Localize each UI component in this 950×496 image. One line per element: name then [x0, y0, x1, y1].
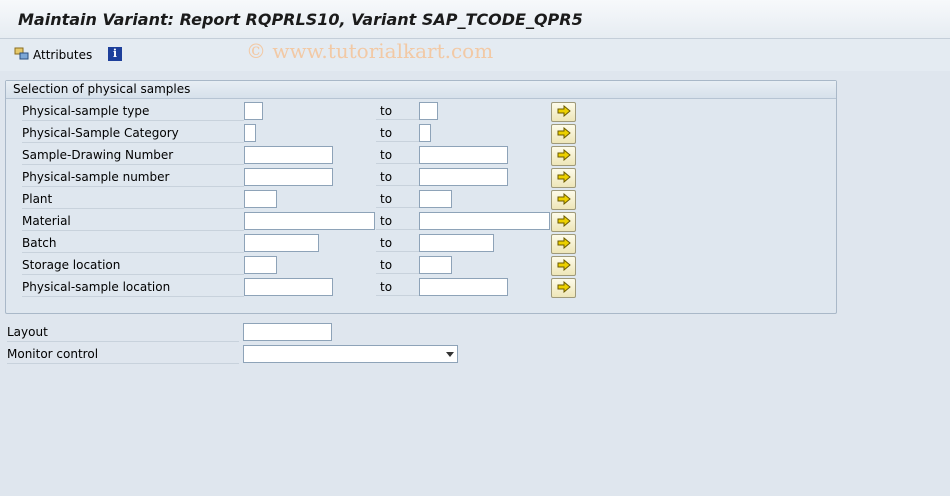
material-to-input[interactable]	[419, 212, 550, 230]
plant-to-input[interactable]	[419, 190, 452, 208]
multiple-selection-button[interactable]	[551, 168, 576, 188]
page-title: Maintain Variant: Report RQPRLS10, Varia…	[18, 10, 583, 29]
monitor-control-label: Monitor control	[7, 345, 239, 364]
field-label: Batch	[22, 234, 244, 253]
group-title: Selection of physical samples	[13, 82, 191, 96]
layout-label: Layout	[7, 323, 239, 342]
multiple-selection-button[interactable]	[551, 146, 576, 166]
field-label: Plant	[22, 190, 244, 209]
to-label: to	[376, 234, 421, 252]
batch-from-input[interactable]	[244, 234, 319, 252]
group-header: Selection of physical samples	[6, 81, 836, 99]
arrow-right-icon	[557, 258, 571, 274]
selection-row-physical-sample-category: Physical-Sample Category to	[6, 124, 836, 144]
arrow-right-icon	[557, 236, 571, 252]
multiple-selection-button[interactable]	[551, 278, 576, 298]
layout-input[interactable]	[243, 323, 332, 341]
arrow-right-icon	[557, 170, 571, 186]
multiple-selection-button[interactable]	[551, 102, 576, 122]
watermark: © www.tutorialkart.com	[246, 39, 494, 63]
field-label: Physical-Sample Category	[22, 124, 244, 143]
arrow-right-icon	[557, 192, 571, 208]
selection-row-plant: Plant to	[6, 190, 836, 210]
arrow-right-icon	[557, 148, 571, 164]
material-from-input[interactable]	[244, 212, 375, 230]
selection-row-material: Material to	[6, 212, 836, 232]
batch-to-input[interactable]	[419, 234, 494, 252]
attributes-label: Attributes	[33, 48, 93, 62]
multiple-selection-button[interactable]	[551, 190, 576, 210]
to-label: to	[376, 102, 421, 120]
multiple-selection-button[interactable]	[551, 124, 576, 144]
physical-sample-category-from-input[interactable]	[244, 124, 256, 142]
physical-sample-location-to-input[interactable]	[419, 278, 508, 296]
field-label: Physical-sample type	[22, 102, 244, 121]
physical-sample-category-to-input[interactable]	[419, 124, 431, 142]
plant-from-input[interactable]	[244, 190, 277, 208]
multiple-selection-button[interactable]	[551, 256, 576, 276]
field-label: Material	[22, 212, 244, 231]
to-label: to	[376, 124, 421, 142]
monitor-control-dropdown[interactable]	[243, 345, 458, 363]
storage-location-from-input[interactable]	[244, 256, 277, 274]
title-bar: Maintain Variant: Report RQPRLS10, Varia…	[0, 0, 950, 39]
selection-row-physical-sample-location: Physical-sample location to	[6, 278, 836, 298]
field-label: Physical-sample number	[22, 168, 244, 187]
sample-drawing-number-to-input[interactable]	[419, 146, 508, 164]
physical-sample-number-from-input[interactable]	[244, 168, 333, 186]
multiple-selection-button[interactable]	[551, 234, 576, 254]
arrow-right-icon	[557, 280, 571, 296]
attributes-icon	[14, 46, 30, 65]
physical-sample-type-from-input[interactable]	[244, 102, 263, 120]
physical-sample-type-to-input[interactable]	[419, 102, 438, 120]
selection-row-sample-drawing-number: Sample-Drawing Number to	[6, 146, 836, 166]
physical-sample-number-to-input[interactable]	[419, 168, 508, 186]
field-label: Sample-Drawing Number	[22, 146, 244, 165]
selection-group-box: Selection of physical samples Physical-s…	[5, 80, 837, 314]
multiple-selection-button[interactable]	[551, 212, 576, 232]
arrow-right-icon	[557, 104, 571, 120]
sample-drawing-number-from-input[interactable]	[244, 146, 333, 164]
field-label: Physical-sample location	[22, 278, 244, 297]
selection-row-physical-sample-type: Physical-sample type to	[6, 102, 836, 122]
to-label: to	[376, 146, 421, 164]
to-label: to	[376, 212, 421, 230]
to-label: to	[376, 278, 421, 296]
chevron-down-icon	[446, 352, 454, 357]
to-label: to	[376, 256, 421, 274]
storage-location-to-input[interactable]	[419, 256, 452, 274]
to-label: to	[376, 168, 421, 186]
selection-row-physical-sample-number: Physical-sample number to	[6, 168, 836, 188]
field-label: Storage location	[22, 256, 244, 275]
physical-sample-location-from-input[interactable]	[244, 278, 333, 296]
arrow-right-icon	[557, 214, 571, 230]
to-label: to	[376, 190, 421, 208]
selection-row-storage-location: Storage location to	[6, 256, 836, 276]
info-icon[interactable]: i	[108, 47, 122, 61]
selection-row-batch: Batch to	[6, 234, 836, 254]
arrow-right-icon	[557, 126, 571, 142]
attributes-button[interactable]: Attributes	[14, 45, 92, 65]
